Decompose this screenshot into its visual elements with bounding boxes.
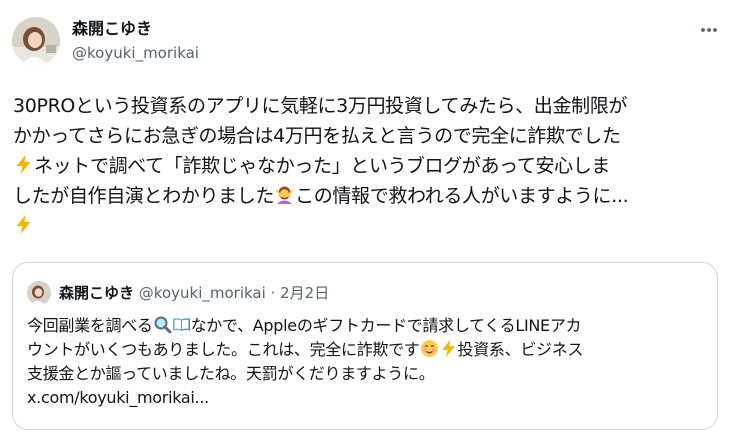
high-voltage-icon [13,154,34,175]
author-block: 森開こゆき @koyuki_morikai [72,18,199,64]
quoted-date[interactable]: 2月2日 [280,284,329,302]
tweet-line: ネットで調べて「詐欺じゃなかった」というブログがあって安心しま [34,155,611,177]
tweet-line: したが自作自演とわかりました [13,185,275,207]
author-handle[interactable]: @koyuki_morikai [72,42,199,64]
quoted-line: 投資系、ビジネス [457,340,584,359]
more-options-icon[interactable] [697,18,721,42]
quoted-link[interactable]: x.com/koyuki_morikai... [27,388,209,407]
tweet-line: この情報で救われる人がいますように... [295,185,629,207]
person-gesturing-no-icon [274,184,295,205]
quoted-line: ウントがいくつもありました。これは、完全に詐欺です [27,340,420,359]
quoted-line: なかで、Appleのギフトカードで請求してくるLINEアカ [190,316,582,335]
quoted-handle[interactable]: @koyuki_morikai [139,284,266,302]
author-display-name[interactable]: 森開こゆき [72,18,199,40]
quoted-separator: · [270,284,276,302]
quoted-line: 今回副業を調べる [27,316,153,335]
quoted-tweet[interactable]: 森開こゆき @koyuki_morikai · 2月2日 今回副業を調べる なかで… [12,262,718,430]
high-voltage-icon [13,214,34,235]
magnifying-glass-icon [153,315,172,334]
quoted-header: 森開こゆき @koyuki_morikai · 2月2日 [59,281,329,305]
quoted-display-name[interactable]: 森開こゆき [59,284,134,302]
tweet-line: かかってさらにお急ぎの場合は4万円を払えと言うので完全に詐欺でした [13,125,621,147]
quoted-line: 支援金とか謳っていましたね。天罰がくだりますように。 [27,364,435,383]
quoted-avatar[interactable] [27,281,51,305]
smiling-face-icon [420,339,439,358]
avatar[interactable] [12,17,60,65]
tweet-line: 30PROという投資系のアプリに気軽に3万円投資してみたら、出金制限が [13,95,628,117]
tweet: 森開こゆき @koyuki_morikai 30PROという投資系のアプリに気軽… [0,0,731,439]
high-voltage-icon [439,339,458,358]
tweet-text: 30PROという投資系のアプリに気軽に3万円投資してみたら、出金制限が かかって… [13,91,725,241]
quoted-text: 今回副業を調べる なかで、Appleのギフトカードで請求してくるLINEアカ ウン… [27,314,711,410]
open-book-icon [172,315,191,334]
